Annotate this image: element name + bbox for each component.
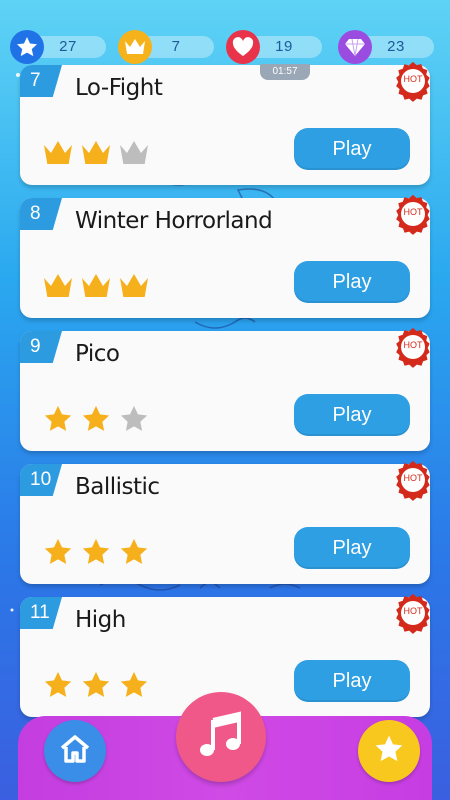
song-rating bbox=[42, 404, 150, 436]
star-icon bbox=[42, 670, 74, 700]
song-rating bbox=[42, 271, 150, 303]
crown-icon bbox=[42, 138, 74, 168]
star-icon bbox=[42, 537, 74, 567]
empty-star-icon bbox=[118, 404, 150, 434]
star-icon bbox=[118, 670, 150, 700]
hot-badge: HOT bbox=[392, 460, 434, 502]
play-button[interactable]: Play bbox=[294, 128, 410, 170]
music-button[interactable] bbox=[176, 692, 266, 782]
song-number: 7 bbox=[20, 65, 62, 97]
hot-badge: HOT bbox=[392, 327, 434, 369]
song-card: 10 Ballistic Play HOT bbox=[20, 460, 430, 584]
song-number: 8 bbox=[20, 198, 62, 230]
timer: 01:57 bbox=[260, 64, 310, 80]
song-number: 11 bbox=[20, 597, 62, 629]
hot-label: HOT bbox=[403, 207, 423, 217]
star-icon bbox=[118, 537, 150, 567]
music-note-icon bbox=[197, 710, 245, 765]
lives-count: 19 bbox=[275, 38, 293, 55]
song-number: 10 bbox=[20, 464, 62, 496]
hot-badge: HOT bbox=[392, 194, 434, 236]
hot-badge: HOT bbox=[392, 593, 434, 635]
stats-bar: 27 7 19 23 bbox=[0, 30, 450, 64]
song-title: Winter Horrorland bbox=[75, 208, 273, 234]
crown-icon bbox=[118, 30, 152, 64]
gems-count: 23 bbox=[387, 38, 405, 55]
star-icon bbox=[373, 733, 405, 770]
song-rating bbox=[42, 537, 150, 569]
song-card: 8 Winter Horrorland Play HOT bbox=[20, 194, 430, 318]
home-icon bbox=[58, 733, 92, 770]
hot-badge: HOT bbox=[392, 61, 434, 103]
hot-label: HOT bbox=[403, 74, 423, 84]
star-icon bbox=[10, 30, 44, 64]
stars-count: 27 bbox=[59, 38, 77, 55]
star-icon bbox=[80, 404, 112, 434]
empty-crown-icon bbox=[118, 138, 150, 168]
crown-icon bbox=[80, 138, 112, 168]
hot-label: HOT bbox=[403, 606, 423, 616]
song-card: 9 Pico Play HOT bbox=[20, 327, 430, 451]
heart-icon bbox=[226, 30, 260, 64]
crown-icon bbox=[80, 271, 112, 301]
star-icon bbox=[42, 404, 74, 434]
play-button[interactable]: Play bbox=[294, 394, 410, 436]
hot-label: HOT bbox=[403, 473, 423, 483]
song-number: 9 bbox=[20, 331, 62, 363]
song-card: 7 Lo-Fight Play HOT bbox=[20, 61, 430, 185]
song-title: Lo-Fight bbox=[75, 75, 163, 101]
crown-icon bbox=[42, 271, 74, 301]
song-rating bbox=[42, 138, 150, 170]
song-title: Ballistic bbox=[75, 474, 160, 500]
crown-icon bbox=[118, 271, 150, 301]
hot-label: HOT bbox=[403, 340, 423, 350]
song-title: Pico bbox=[75, 341, 120, 367]
song-title: High bbox=[75, 607, 126, 633]
diamond-icon bbox=[338, 30, 372, 64]
play-button[interactable]: Play bbox=[294, 527, 410, 569]
crowns-count: 7 bbox=[171, 38, 181, 55]
play-button[interactable]: Play bbox=[294, 660, 410, 702]
song-rating bbox=[42, 670, 150, 702]
play-button[interactable]: Play bbox=[294, 261, 410, 303]
home-button[interactable] bbox=[44, 720, 106, 782]
star-icon bbox=[80, 537, 112, 567]
favorites-button[interactable] bbox=[358, 720, 420, 782]
star-icon bbox=[80, 670, 112, 700]
